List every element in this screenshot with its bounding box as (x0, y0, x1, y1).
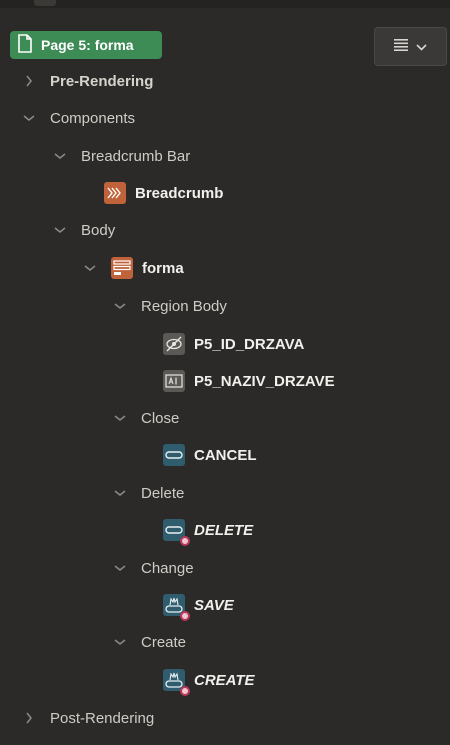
collapsed-tab (34, 0, 56, 6)
tree-label: Breadcrumb Bar (81, 147, 191, 165)
tree-node-region-body[interactable]: Region Body (113, 288, 227, 324)
tree-label: Components (50, 109, 136, 127)
tree-label: Breadcrumb (135, 184, 224, 202)
tree-label: Change (141, 559, 194, 577)
chevron-right-icon[interactable] (22, 74, 36, 88)
chevron-down-icon[interactable] (83, 261, 97, 275)
condition-badge-icon (180, 611, 190, 621)
tree-node-breadcrumb[interactable]: Breadcrumb (104, 175, 223, 211)
tree-node-body[interactable]: Body (53, 212, 115, 248)
hidden-item-icon (163, 333, 185, 355)
chevron-down-icon[interactable] (113, 486, 127, 500)
chevron-down-icon[interactable] (53, 223, 67, 237)
tree-node-p5-naziv-drzave[interactable]: P5_NAZIV_DRZAVE (163, 363, 335, 399)
chevron-down-icon[interactable] (53, 149, 67, 163)
page-icon (17, 34, 33, 56)
tree-node-p5-id-drzava[interactable]: P5_ID_DRZAVA (163, 326, 304, 362)
tree-label: SAVE (194, 596, 234, 614)
tree-node-post-rendering[interactable]: Post-Rendering (22, 700, 154, 736)
text-field-icon (163, 370, 185, 392)
tree-label: P5_NAZIV_DRZAVE (194, 372, 335, 390)
submit-button-icon (163, 594, 190, 621)
chevron-down-icon[interactable] (113, 299, 127, 313)
tree-node-delete-position[interactable]: Delete (113, 475, 184, 511)
tree-label: Region Body (141, 297, 227, 315)
tree-node-create-button[interactable]: CREATE (163, 662, 255, 698)
chevron-down-icon[interactable] (113, 411, 127, 425)
tree-label: Body (81, 221, 116, 239)
tree-node-save[interactable]: SAVE (163, 587, 234, 623)
tree-label: Pre-Rendering (50, 72, 154, 90)
chevron-down-icon[interactable] (113, 561, 127, 575)
tree-label: CREATE (194, 671, 255, 689)
condition-badge-icon (180, 686, 190, 696)
tree-node-breadcrumb-bar[interactable]: Breadcrumb Bar (53, 138, 190, 174)
page-label: Page 5: forma (41, 37, 134, 53)
page-node[interactable]: Page 5: forma (10, 31, 162, 59)
condition-badge-icon (180, 536, 190, 546)
chevron-right-icon[interactable] (22, 711, 36, 725)
tree-node-components[interactable]: Components (22, 100, 135, 136)
breadcrumb-region-icon (104, 182, 126, 204)
tree-node-create-position[interactable]: Create (113, 624, 186, 660)
tree-label: P5_ID_DRZAVA (194, 335, 305, 353)
button-icon (163, 444, 185, 466)
tree-node-pre-rendering[interactable]: Pre-Rendering (22, 63, 153, 99)
top-edge (0, 0, 450, 8)
tree-node-change[interactable]: Change (113, 550, 194, 586)
tree-node-forma[interactable]: forma (83, 250, 184, 286)
button-icon (163, 519, 190, 546)
tree-label: DELETE (194, 521, 254, 539)
tree-node-delete-button[interactable]: DELETE (163, 512, 253, 548)
tree-label: forma (142, 259, 184, 277)
tree-label: Delete (141, 484, 185, 502)
tree-node-close[interactable]: Close (113, 400, 179, 436)
hamburger-icon (394, 38, 408, 56)
chevron-down-icon (416, 38, 427, 56)
tree-node-cancel[interactable]: CANCEL (163, 437, 257, 473)
tree-label: Close (141, 409, 180, 427)
tree-label: CANCEL (194, 446, 257, 464)
chevron-down-icon[interactable] (22, 111, 36, 125)
chevron-down-icon[interactable] (113, 635, 127, 649)
tree-label: Create (141, 633, 187, 651)
tree-label: Post-Rendering (50, 709, 155, 727)
form-region-icon (111, 257, 133, 279)
submit-button-icon (163, 669, 190, 696)
tree-menu-button[interactable] (374, 27, 447, 66)
